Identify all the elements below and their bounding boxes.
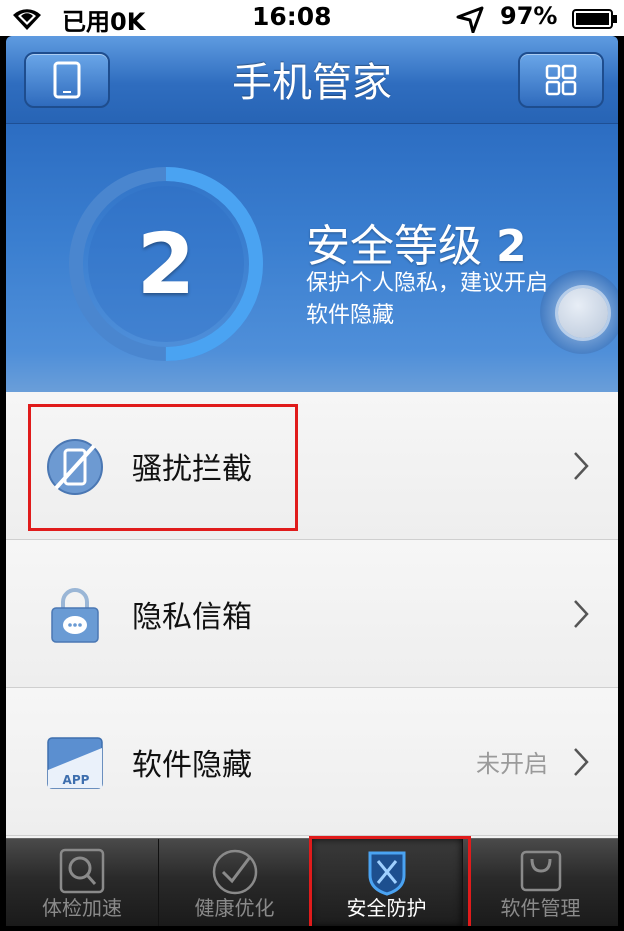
nav-bar: 手机管家: [6, 36, 618, 124]
svg-text:APP: APP: [63, 773, 90, 787]
status-bar: 已用0K 16:08 97%: [0, 0, 624, 36]
tab-software[interactable]: 软件管理: [462, 839, 618, 927]
clock: 16:08: [252, 2, 332, 31]
tab-label: 软件管理: [500, 896, 581, 920]
list-item-label: 隐私信箱: [132, 600, 252, 635]
tab-health[interactable]: 健康优化: [158, 839, 310, 927]
data-used-label: 已用0K: [62, 8, 146, 36]
chevron-right-icon: [574, 748, 589, 776]
chevron-right-icon: [574, 452, 589, 480]
wifi-icon: [13, 9, 41, 31]
battery-percent: 97%: [500, 2, 558, 30]
grid-icon: [545, 64, 577, 96]
menu-button[interactable]: [518, 52, 604, 108]
security-level-value: 2: [496, 221, 527, 272]
lock-message-icon: [51, 588, 99, 643]
bag-icon: [520, 850, 561, 892]
security-level-title: 安全等级 2: [306, 210, 527, 274]
chevron-right-icon: [574, 600, 589, 628]
security-level-label: 安全等级: [306, 221, 482, 272]
assistive-touch-button[interactable]: [540, 270, 618, 354]
app-hide-icon: APP: [47, 737, 103, 789]
location-icon: [456, 6, 484, 33]
search-icon: [59, 848, 105, 894]
check-circle-icon: [212, 849, 257, 895]
tab-label: 体检加速: [42, 896, 122, 920]
tab-label: 健康优化: [194, 896, 275, 920]
highlight-box-security-tab: [309, 836, 471, 931]
highlight-box-harassment: [28, 404, 298, 531]
list-item-label: 软件隐藏: [132, 748, 252, 783]
app-hide-status: 未开启: [476, 750, 548, 778]
battery-icon: [572, 9, 617, 29]
security-level-description: 保护个人隐私，建议开启软件隐藏: [306, 271, 549, 328]
tab-checkup[interactable]: 体检加速: [6, 839, 158, 927]
list-item-private-inbox[interactable]: 隐私信箱: [6, 540, 618, 688]
security-level-panel: 2 安全等级 2 保护个人隐私，建议开启软件隐藏: [6, 124, 618, 392]
list-item-app-hide[interactable]: APP 软件隐藏 未开启: [6, 688, 618, 836]
security-level-number: 2: [136, 215, 196, 313]
